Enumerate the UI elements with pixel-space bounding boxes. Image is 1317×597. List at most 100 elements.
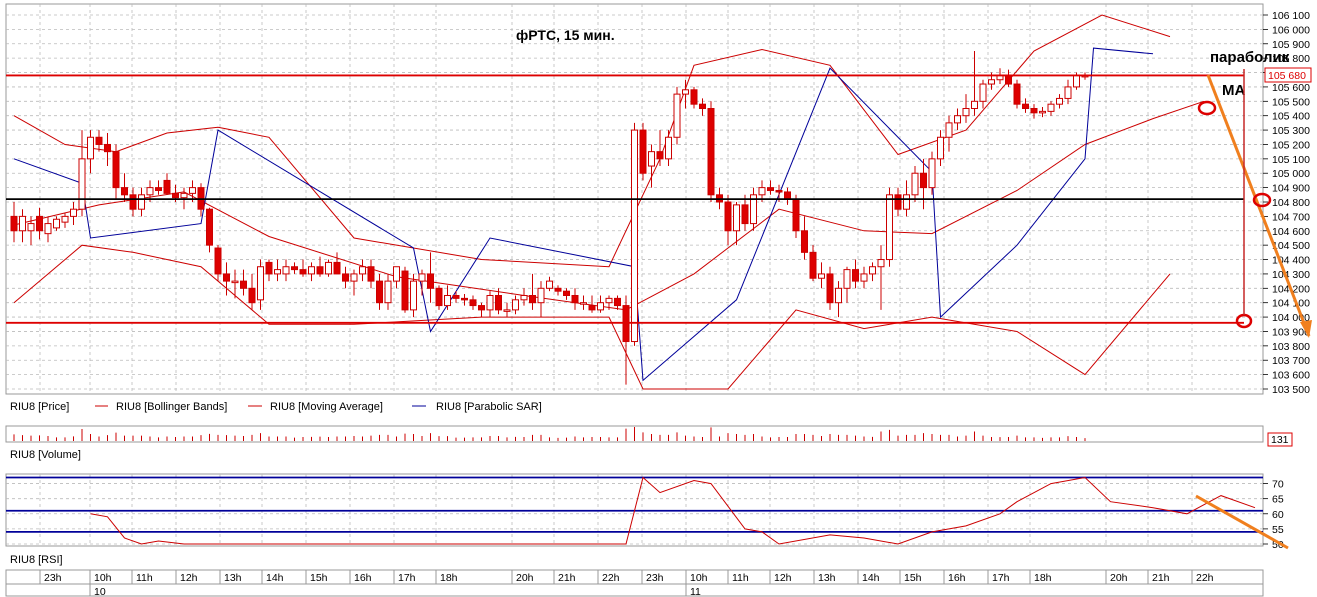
candle-body	[435, 287, 443, 307]
candle-body	[937, 136, 944, 160]
candle-body	[869, 266, 876, 275]
candle-body	[78, 158, 86, 210]
candle-body	[36, 215, 43, 232]
candle-body	[1039, 110, 1046, 114]
candle-body	[767, 187, 774, 191]
candle-body	[903, 194, 910, 210]
candle-body	[546, 280, 553, 289]
candle-body	[877, 259, 885, 268]
candle-body	[962, 108, 970, 117]
candle-body	[325, 261, 332, 275]
hour-label: 12h	[774, 572, 792, 584]
candle-body	[316, 266, 324, 275]
rsi-panel-label: RIU8 [RSI]	[10, 554, 63, 566]
candle-body	[690, 89, 698, 105]
candle-body	[945, 122, 953, 138]
candle-body	[1005, 74, 1012, 85]
rsi-tick-label: 55	[1272, 524, 1284, 536]
hour-label: 13h	[224, 572, 242, 584]
candle-body	[418, 273, 426, 282]
candle-body	[563, 290, 570, 296]
candle-body	[614, 297, 621, 307]
candle-body	[503, 309, 511, 312]
candle-body	[733, 204, 740, 232]
hour-label: 14h	[266, 572, 284, 584]
candle-body	[835, 287, 842, 304]
candle-body	[605, 297, 613, 304]
hour-label: 12h	[180, 572, 198, 584]
candle-body	[707, 108, 715, 196]
legend-bollinger: RIU8 [Bollinger Bands]	[116, 401, 227, 413]
candle-body	[121, 187, 128, 196]
candle-body	[699, 103, 706, 110]
hour-label: 21h	[558, 572, 576, 584]
volume-panel-label: RIU8 [Volume]	[10, 449, 81, 461]
day-label: 11	[690, 586, 701, 597]
legend-moving-average: RIU8 [Moving Average]	[270, 401, 383, 413]
candle-body	[580, 302, 587, 305]
candle-body	[469, 299, 477, 307]
candle-body	[520, 295, 528, 301]
y-tick-label: 104 100	[1272, 298, 1310, 310]
candle-body	[274, 269, 281, 275]
candle-body	[971, 100, 978, 110]
candle-body	[163, 179, 171, 194]
candle-body	[588, 305, 596, 311]
y-tick-label: 104 600	[1272, 226, 1310, 238]
candle-body	[367, 266, 375, 282]
candle-body	[427, 273, 434, 289]
candle-body	[350, 273, 358, 282]
candle-body	[393, 266, 400, 282]
candle-body	[112, 151, 120, 189]
candle-body	[70, 208, 77, 217]
candle-body	[639, 129, 647, 174]
hour-label: 21h	[1152, 572, 1170, 584]
candle-body	[920, 172, 927, 189]
candle-body	[665, 136, 672, 160]
candle-body	[214, 247, 222, 275]
y-tick-label: 106 000	[1272, 24, 1310, 36]
candle-body	[843, 269, 851, 289]
hour-label: 20h	[1110, 572, 1128, 584]
candle-body	[172, 192, 179, 199]
hour-label: 23h	[646, 572, 664, 584]
candle-body	[554, 287, 562, 292]
candle-body	[10, 215, 18, 232]
candle-body	[248, 287, 256, 304]
candle-body	[231, 280, 239, 284]
y-tick-label: 105 600	[1272, 82, 1310, 94]
candle-body	[240, 280, 247, 289]
candle-body	[886, 194, 893, 261]
candle-body	[724, 201, 732, 232]
volume-value-label: 131	[1271, 434, 1289, 446]
day-label: 10	[94, 586, 106, 597]
hour-label: 11h	[732, 572, 749, 584]
candle-body	[104, 143, 111, 153]
candle-body	[61, 215, 69, 223]
candle-body	[44, 223, 52, 235]
candle-body	[299, 269, 307, 275]
candle-body	[597, 302, 604, 311]
candle-body	[342, 273, 349, 282]
y-tick-label: 104 500	[1272, 240, 1310, 252]
candle-body	[308, 266, 315, 275]
hour-label: 15h	[310, 572, 328, 584]
candle-body	[155, 187, 162, 191]
candle-body	[257, 266, 264, 301]
y-tick-label: 103 800	[1272, 341, 1310, 353]
hour-label: 10h	[690, 572, 708, 584]
candle-body	[673, 93, 681, 138]
candle-body	[1073, 74, 1080, 88]
candle-body	[894, 194, 902, 210]
rsi-tick-label: 70	[1272, 479, 1284, 491]
candle-body	[826, 273, 834, 304]
price-panel-label: RIU8 [Price]	[10, 401, 69, 413]
hour-label: 17h	[992, 572, 1010, 584]
candle-body	[95, 136, 103, 145]
y-tick-label: 105 000	[1272, 168, 1310, 180]
candle-body	[180, 192, 188, 199]
y-tick-label: 103 700	[1272, 355, 1310, 367]
chart: 106 100106 000105 900105 800105 700105 6…	[5, 3, 1312, 597]
candle-body	[852, 269, 859, 282]
candle-body	[495, 295, 502, 311]
